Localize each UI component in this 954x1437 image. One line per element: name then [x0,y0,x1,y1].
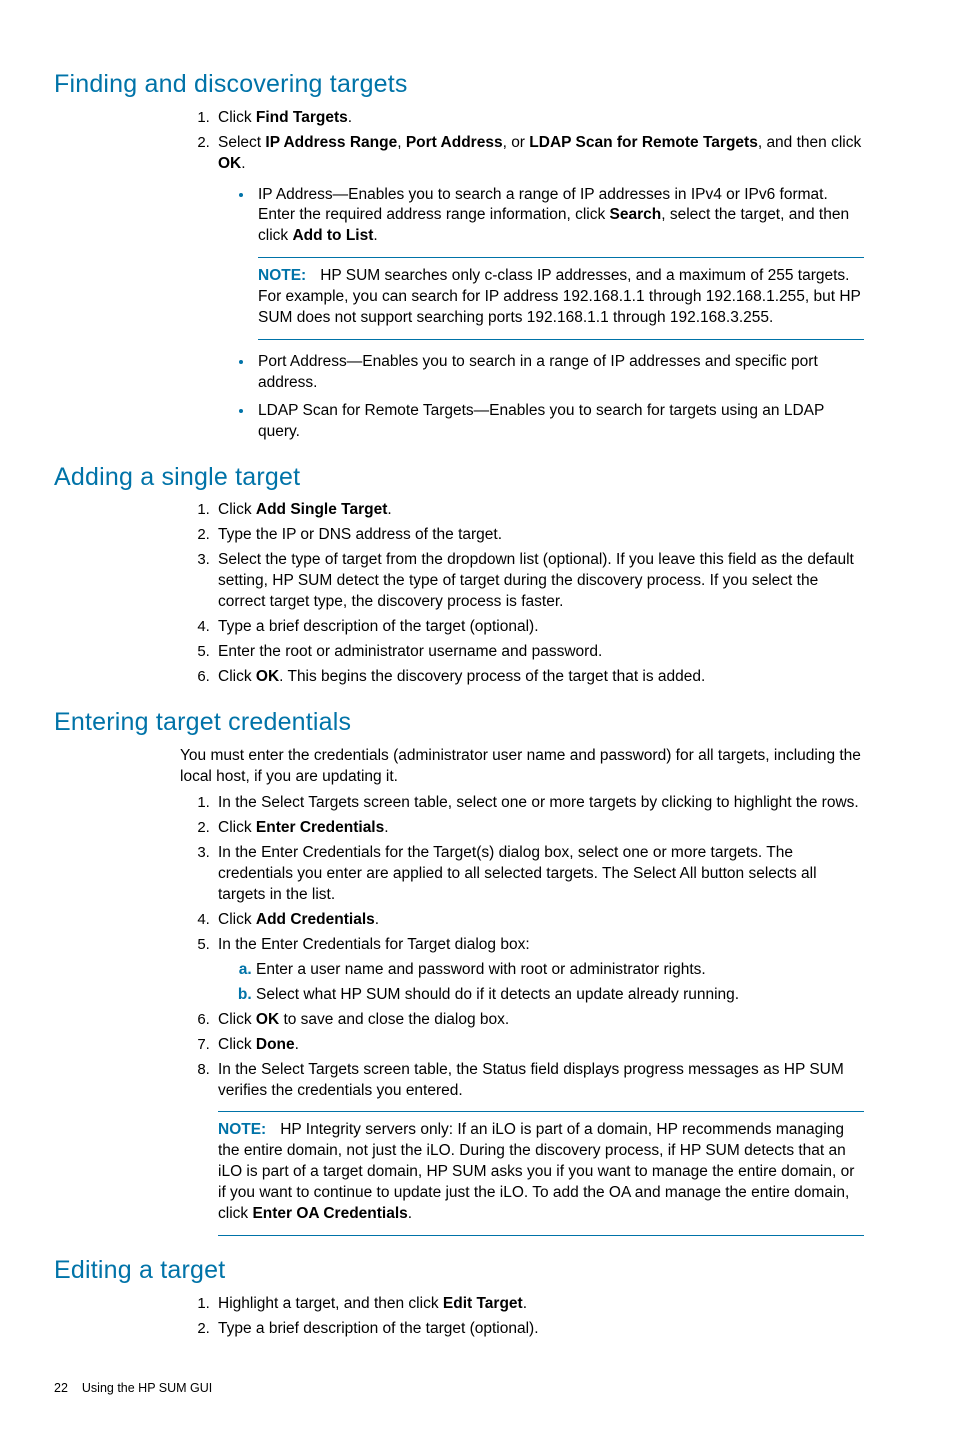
footer-title: Using the HP SUM GUI [82,1381,212,1395]
finding-bullet-ldap: LDAP Scan for Remote Targets—Enables you… [254,401,864,443]
adding-step-2: Type the IP or DNS address of the target… [214,525,864,546]
creds-step-1: In the Select Targets screen table, sele… [214,793,864,814]
editing-step-2: Type a brief description of the target (… [214,1319,864,1340]
credentials-steps: In the Select Targets screen table, sele… [164,793,864,1236]
finding-bullet-port: Port Address—Enables you to search in a … [254,352,864,394]
finding-step-1: Click Find Targets. [214,108,864,129]
adding-step-5: Enter the root or administrator username… [214,642,864,663]
finding-sub-bullets: IP Address—Enables you to search a range… [236,185,864,443]
adding-step-6: Click OK. This begins the discovery proc… [214,667,864,688]
creds-step-8: In the Select Targets screen table, the … [214,1060,864,1236]
creds-sub-b: Select what HP SUM should do if it detec… [256,985,864,1006]
finding-bullet-ip: IP Address—Enables you to search a range… [254,185,864,341]
finding-steps: Click Find Targets. Select IP Address Ra… [164,108,864,443]
page-footer: 22 Using the HP SUM GUI [54,1380,864,1397]
creds-sub-a: Enter a user name and password with root… [256,960,864,981]
heading-adding: Adding a single target [54,461,864,495]
creds-step-6: Click OK to save and close the dialog bo… [214,1010,864,1031]
adding-step-4: Type a brief description of the target (… [214,617,864,638]
creds-step-2: Click Enter Credentials. [214,818,864,839]
heading-finding: Finding and discovering targets [54,68,864,102]
finding-step-2: Select IP Address Range, Port Address, o… [214,133,864,443]
note-text: HP SUM searches only c-class IP addresse… [258,267,861,326]
creds-step-7: Click Done. [214,1035,864,1056]
adding-step-3: Select the type of target from the dropd… [214,550,864,613]
creds-sub-steps: Enter a user name and password with root… [234,960,864,1006]
heading-credentials: Entering target credentials [54,706,864,740]
credentials-intro: You must enter the credentials (administ… [180,746,864,788]
creds-step-4: Click Add Credentials. [214,910,864,931]
creds-note-box: NOTE:HP Integrity servers only: If an iL… [218,1111,864,1236]
editing-step-1: Highlight a target, and then click Edit … [214,1294,864,1315]
adding-step-1: Click Add Single Target. [214,500,864,521]
editing-steps: Highlight a target, and then click Edit … [164,1294,864,1340]
finding-note-box: NOTE:HP SUM searches only c-class IP add… [258,257,864,340]
creds-step-3: In the Enter Credentials for the Target(… [214,843,864,906]
adding-steps: Click Add Single Target. Type the IP or … [164,500,864,687]
page-number: 22 [54,1380,68,1397]
note-label: NOTE: [218,1121,266,1138]
note-label: NOTE: [258,267,306,284]
creds-step-5: In the Enter Credentials for Target dial… [214,935,864,1006]
